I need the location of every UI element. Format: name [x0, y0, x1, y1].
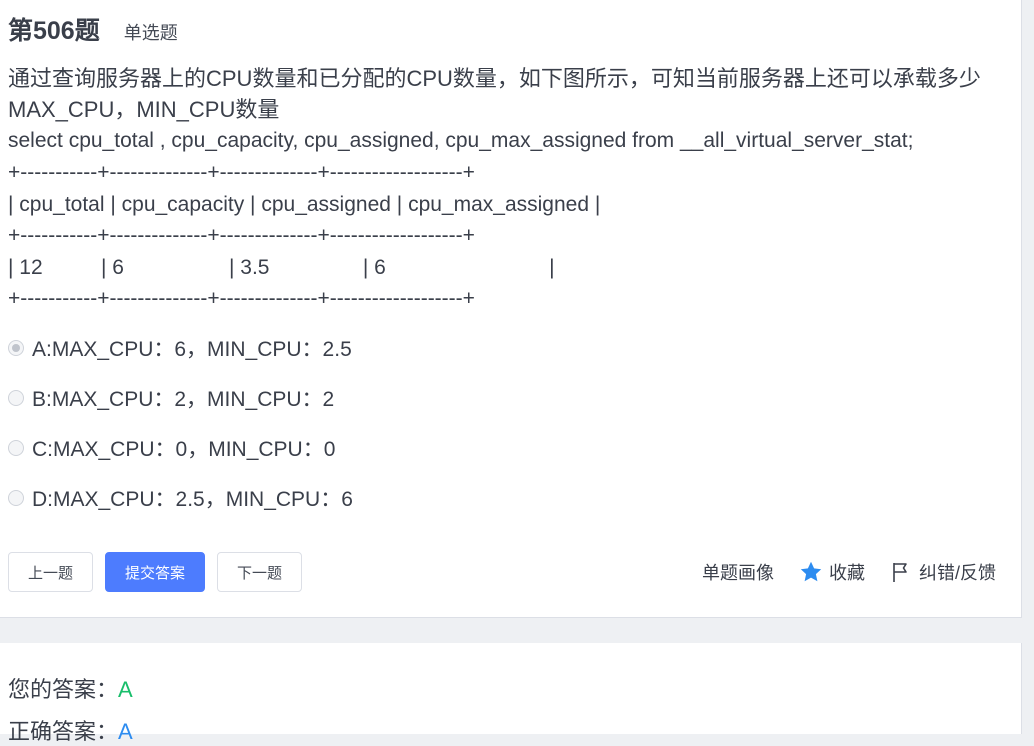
option-d[interactable]: D:MAX_CPU：2.5，MIN_CPU：6: [8, 483, 353, 513]
option-d-label: D:MAX_CPU：2.5，MIN_CPU：6: [32, 488, 353, 511]
option-c[interactable]: C:MAX_CPU：0，MIN_CPU：0: [8, 433, 335, 463]
correct-answer-row: 正确答案：A: [8, 714, 133, 746]
table-line: +-----------+--------------+------------…: [8, 287, 475, 310]
option-a[interactable]: A:MAX_CPU：6，MIN_CPU：2.5: [8, 333, 352, 363]
result-table: +-----------+--------------+------------…: [8, 157, 600, 315]
option-c-radio[interactable]: [8, 440, 24, 456]
feedback-button[interactable]: 纠错/反馈: [891, 560, 996, 584]
option-c-label: C:MAX_CPU：0，MIN_CPU：0: [32, 438, 336, 461]
star-icon: [800, 561, 822, 582]
table-line: +-----------+--------------+------------…: [8, 161, 475, 184]
flag-icon: [893, 563, 907, 582]
sql-query: select cpu_total , cpu_capacity, cpu_ass…: [8, 129, 914, 152]
your-answer-label: 您的答案：: [8, 677, 119, 702]
option-d-radio[interactable]: [8, 490, 24, 506]
option-a-label: A:MAX_CPU：6，MIN_CPU：2.5: [32, 338, 352, 361]
your-answer-value: A: [118, 677, 133, 702]
question-type: 单选题: [123, 23, 178, 43]
prev-question-button[interactable]: 上一题: [8, 552, 93, 592]
question-card: 第506题 单选题 通过查询服务器上的CPU数量和已分配的CPU数量，如下图所示…: [0, 0, 1022, 618]
favorite-label: 收藏: [829, 563, 865, 583]
option-b[interactable]: B:MAX_CPU：2，MIN_CPU：2: [8, 383, 334, 413]
option-b-radio[interactable]: [8, 390, 24, 406]
option-b-label: B:MAX_CPU：2，MIN_CPU：2: [32, 388, 335, 411]
table-line: | cpu_total | cpu_capacity | cpu_assigne…: [8, 192, 601, 216]
your-answer-row: 您的答案：A: [8, 672, 133, 704]
question-portrait-label: 单题画像: [702, 563, 774, 583]
stem-line-1: 通过查询服务器上的CPU数量和已分配的CPU数量，如下图所示，可知当前服务器上还…: [8, 66, 981, 91]
correct-answer-value: A: [118, 719, 133, 744]
stem-line-2: MAX_CPU，MIN_CPU数量: [8, 97, 280, 122]
table-line: +-----------+--------------+------------…: [8, 224, 475, 247]
next-question-button[interactable]: 下一题: [217, 552, 302, 592]
submit-answer-button[interactable]: 提交答案: [105, 552, 205, 592]
answer-card: 您的答案：A 正确答案：A: [0, 643, 1022, 744]
favorite-button[interactable]: 收藏: [799, 560, 865, 584]
option-a-radio[interactable]: [8, 340, 24, 356]
feedback-label: 纠错/反馈: [919, 563, 997, 583]
question-number: 第506题: [8, 17, 100, 45]
correct-answer-label: 正确答案：: [8, 719, 119, 744]
question-stem: 通过查询服务器上的CPU数量和已分配的CPU数量，如下图所示，可知当前服务器上还…: [8, 63, 1008, 156]
question-portrait-link[interactable]: 单题画像: [702, 560, 774, 584]
table-line: | 12 | 6 | 3.5 | 6 |: [8, 255, 555, 279]
question-header: 第506题 单选题: [8, 11, 178, 47]
